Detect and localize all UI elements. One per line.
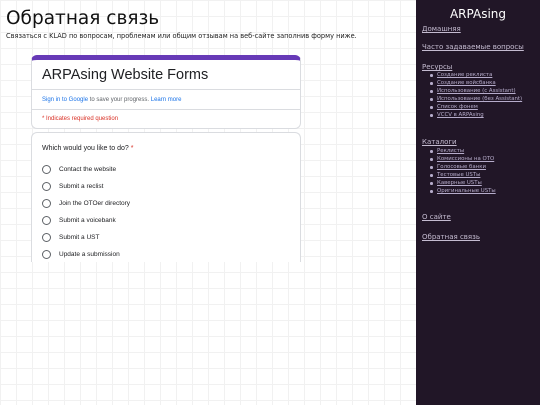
sidebar: ARPAsing Домашняя Часто задаваемые вопро… — [416, 0, 540, 405]
radio-button[interactable] — [42, 249, 51, 259]
page-title: Обратная связь — [6, 8, 160, 29]
nav-catalog-item[interactable]: Комиссионы на ОТО — [430, 155, 496, 163]
site-title[interactable]: ARPAsing — [416, 7, 540, 21]
catalogs-list: Реклисты Комиссионы на ОТО Голосовые бан… — [430, 147, 496, 196]
nav-catalog-item[interactable]: Тестовые USTы — [430, 171, 496, 179]
question-card: Which would you like to do? * Contact th… — [31, 132, 301, 262]
question-text: Which would you like to do? — [42, 145, 129, 152]
signin-text: to save your progress. — [88, 97, 151, 103]
radio-button[interactable] — [42, 215, 51, 225]
nav-catalog-item[interactable]: Оригинальные USTы — [430, 187, 496, 195]
radio-button[interactable] — [42, 198, 51, 208]
nav-about[interactable]: О сайте — [422, 213, 451, 221]
option-submit-reclist[interactable]: Submit a reclist — [42, 180, 103, 192]
nav-home[interactable]: Домашняя — [422, 25, 461, 33]
nav-faq[interactable]: Часто задаваемые вопросы — [422, 43, 524, 51]
option-submit-voicebank[interactable]: Submit a voicebank — [42, 214, 116, 226]
signin-link[interactable]: Sign in to Google — [42, 97, 88, 103]
nav-catalog-item[interactable]: Реклисты — [430, 147, 496, 155]
nav-resource-item[interactable]: Создание реклиста — [430, 71, 522, 79]
option-label: Submit a reclist — [59, 182, 104, 190]
nav-catalog-item[interactable]: Каверные USTы — [430, 179, 496, 187]
option-contact-website[interactable]: Contact the website — [42, 163, 116, 175]
form-title: ARPAsing Website Forms — [42, 67, 209, 83]
radio-button[interactable] — [42, 232, 51, 242]
resources-list: Создание реклиста Создание войсбанка Исп… — [430, 71, 522, 120]
nav-catalogs[interactable]: Каталоги — [422, 138, 457, 146]
radio-button[interactable] — [42, 164, 51, 174]
nav-resource-item[interactable]: Список фонем — [430, 103, 522, 111]
nav-resource-item[interactable]: Создание войсбанка — [430, 79, 522, 87]
nav-resources[interactable]: Ресурсы — [422, 63, 452, 71]
main-content: Обратная связь Связаться с KLAD по вопро… — [0, 0, 416, 405]
signin-notice: Sign in to Google to save your progress.… — [42, 97, 181, 103]
option-label: Contact the website — [59, 165, 117, 173]
nav-resource-item[interactable]: Использование (с Assistant) — [430, 87, 522, 95]
divider — [32, 109, 300, 110]
option-label: Join the OTOer directory — [59, 199, 131, 207]
option-join-otoer-directory[interactable]: Join the OTOer directory — [42, 197, 130, 209]
nav-catalog-item[interactable]: Голосовые банки — [430, 163, 496, 171]
required-star: * — [130, 145, 134, 152]
required-note: * Indicates required question — [42, 116, 119, 122]
option-label: Update a submission — [59, 250, 120, 258]
nav-resource-item[interactable]: Использование (без Assistant) — [430, 95, 522, 103]
radio-button[interactable] — [42, 181, 51, 191]
learn-more-link[interactable]: Learn more — [151, 97, 182, 103]
question-title: Which would you like to do? * — [42, 145, 133, 152]
option-submit-ust[interactable]: Submit a UST — [42, 231, 99, 243]
nav-resource-item[interactable]: VCCV в ARPAsing — [430, 111, 522, 119]
option-label: Submit a voicebank — [59, 216, 116, 224]
option-update-submission[interactable]: Update a submission — [42, 248, 120, 260]
nav-feedback[interactable]: Обратная связь — [422, 233, 480, 241]
divider — [32, 89, 300, 90]
option-label: Submit a UST — [59, 233, 100, 241]
page-subtitle: Связаться с KLAD по вопросам, проблемам … — [6, 32, 357, 40]
form-header-card: ARPAsing Website Forms Sign in to Google… — [31, 55, 301, 129]
